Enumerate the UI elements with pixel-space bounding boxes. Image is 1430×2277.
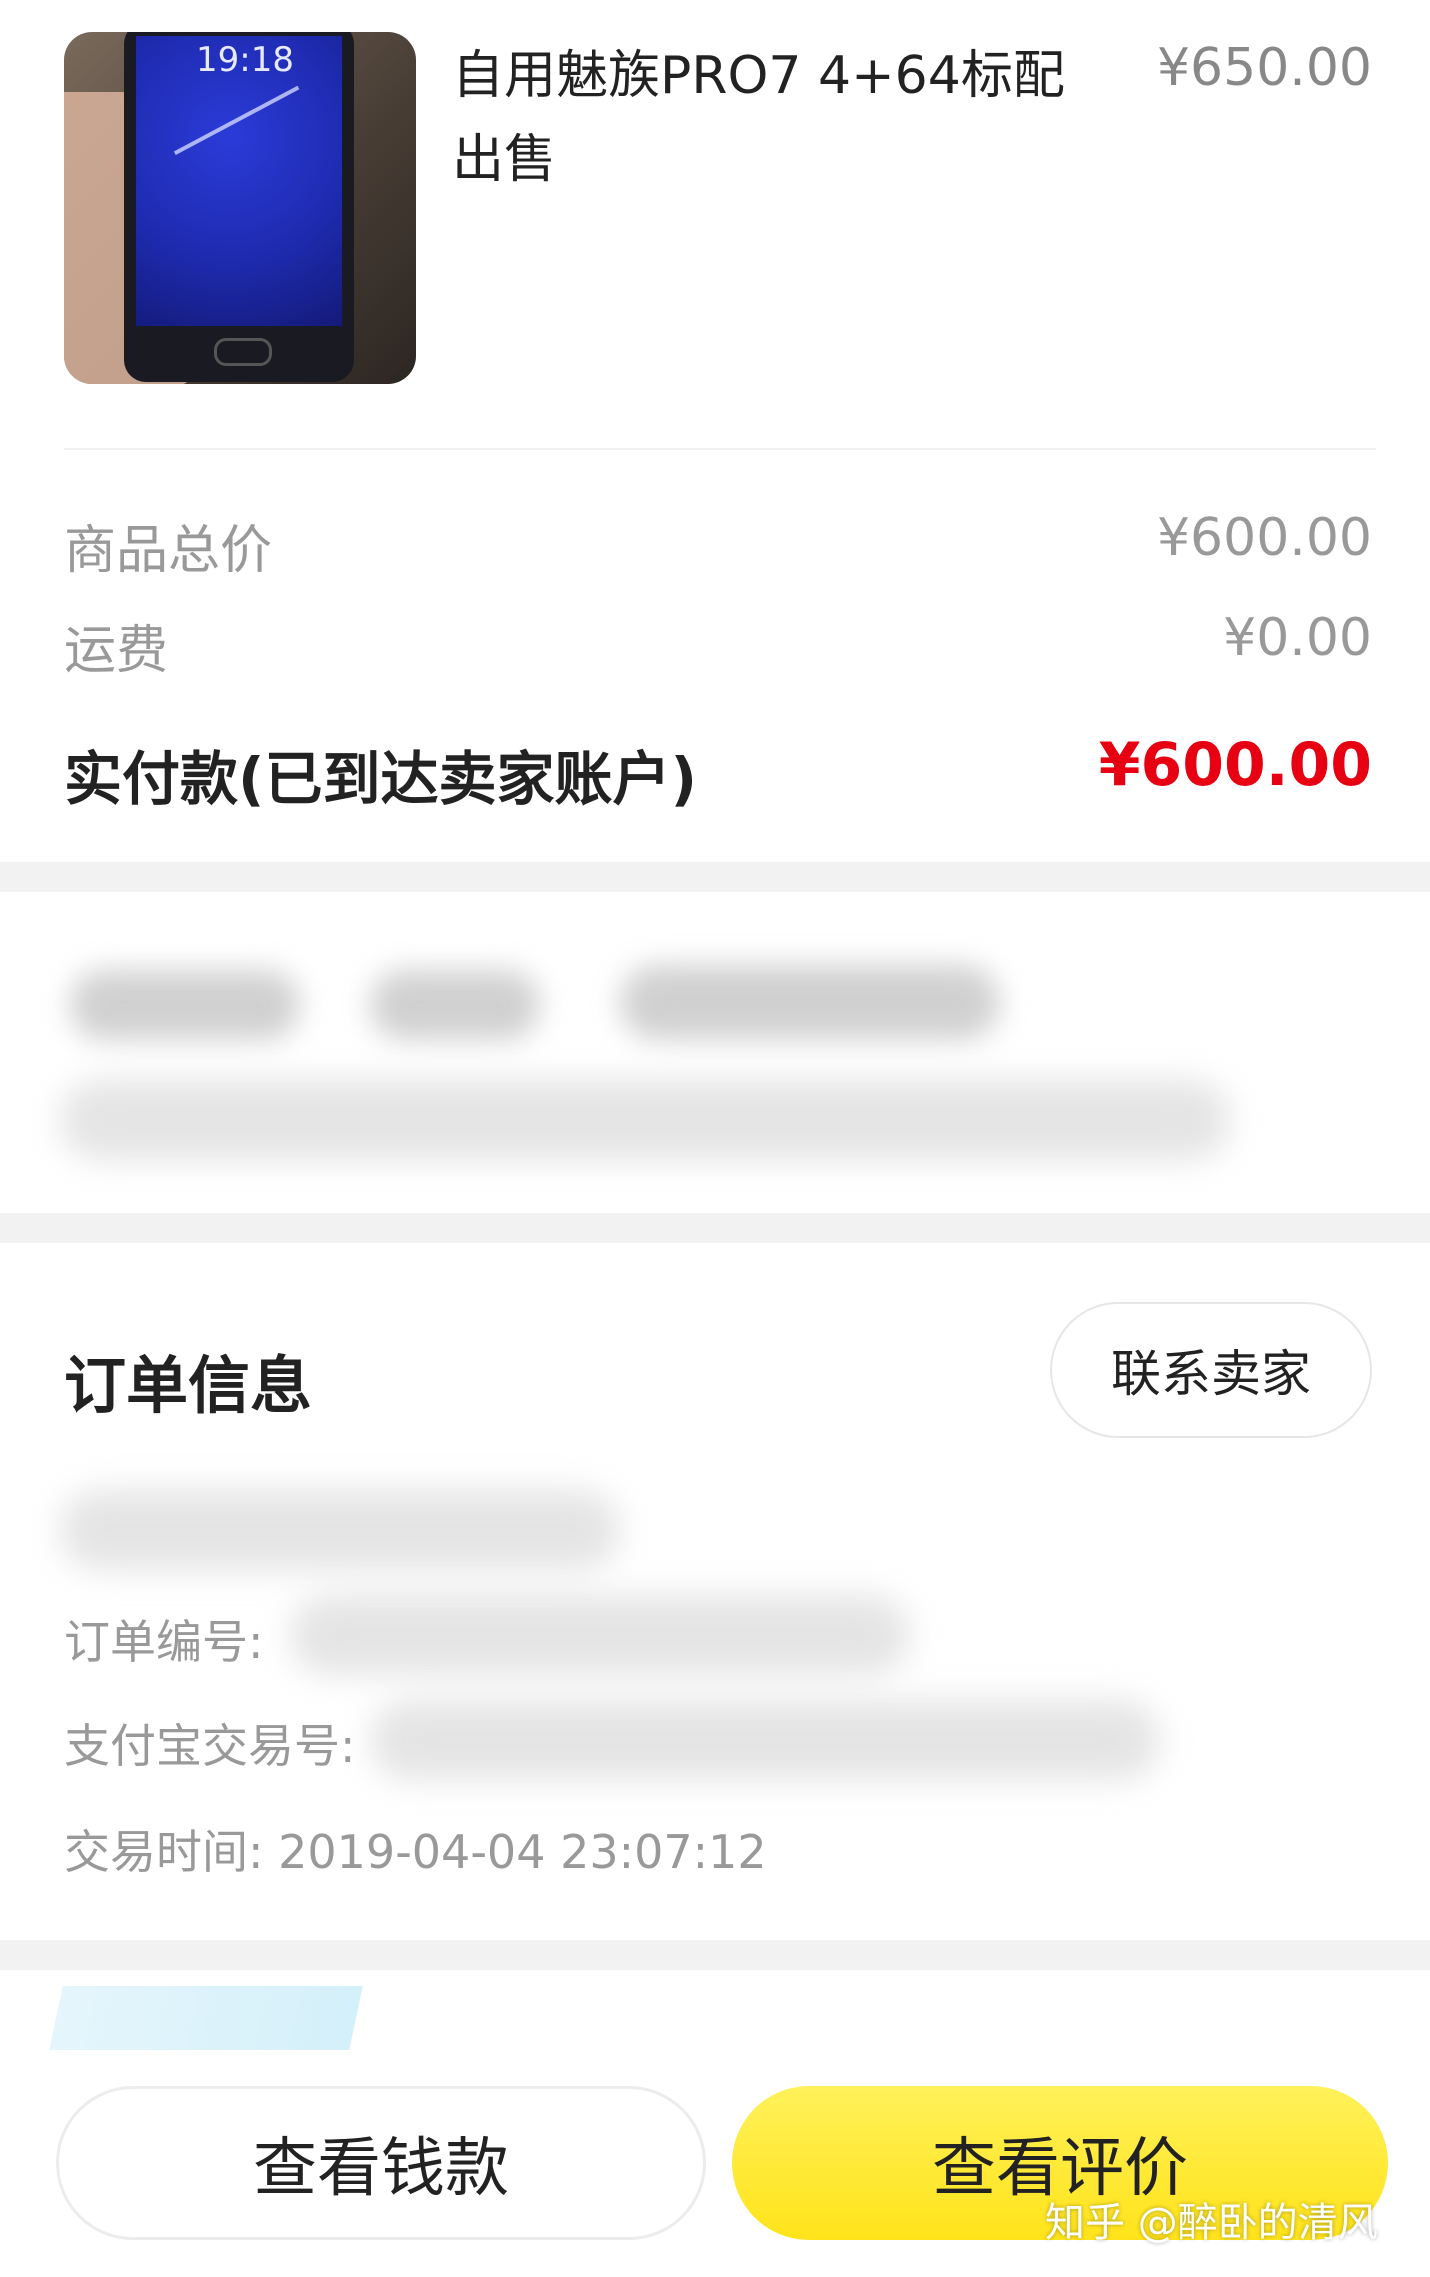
product-title[interactable]: 自用魅族PRO7 4+64标配 出售 [452,34,1092,202]
blurred-address [60,1080,1230,1160]
partial-banner [49,1986,363,2050]
goods-total-label: 商品总价 [64,521,273,581]
product-price: ¥650.00 [1156,38,1372,98]
order-no-label: 订单编号: [64,1615,264,1669]
view-money-button[interactable]: 查看钱款 [56,2086,706,2240]
phone-clock: 19:18 [196,40,294,80]
alipay-no-label: 支付宝交易号: [64,1719,356,1773]
blurred-info-line [60,1490,620,1570]
trade-time-row: 交易时间: 2019-04-04 23:07:12 [64,1816,767,1882]
product-title-line1: 自用魅族PRO7 4+64标配 [452,46,1065,106]
phone-home-button [214,338,272,366]
trade-time-value: 2019-04-04 23:07:12 [278,1825,767,1879]
paid-value: ¥600.00 [1098,730,1372,800]
contact-seller-button[interactable]: 联系卖家 [1050,1302,1372,1438]
blurred-recipient [70,970,300,1040]
order-info-title: 订单信息 [64,1349,313,1422]
phone-image-part: 19:18 [124,32,354,382]
blurred-phone-part [370,970,540,1040]
divider [64,448,1376,450]
watermark: 知乎 @醉卧的清风 [1045,2200,1378,2246]
goods-total-value: ¥600.00 [1156,508,1372,568]
trade-time-label: 交易时间: [64,1825,264,1879]
blurred-phone [620,965,1000,1040]
blurred-alipay-no [370,1700,1160,1780]
phone-screen: 19:18 [136,36,342,326]
shipping-value: ¥0.00 [1223,608,1372,668]
product-thumbnail[interactable]: 19:18 [64,32,416,384]
section-gap [0,1940,1430,1970]
blurred-order-no [290,1595,910,1675]
paid-label: 实付款(已到达卖家账户) [64,745,698,813]
section-gap [0,862,1430,892]
section-gap [0,1213,1430,1243]
shipping-label: 运费 [64,621,169,681]
screen-streak [173,85,319,191]
product-title-line2: 出售 [452,130,557,190]
